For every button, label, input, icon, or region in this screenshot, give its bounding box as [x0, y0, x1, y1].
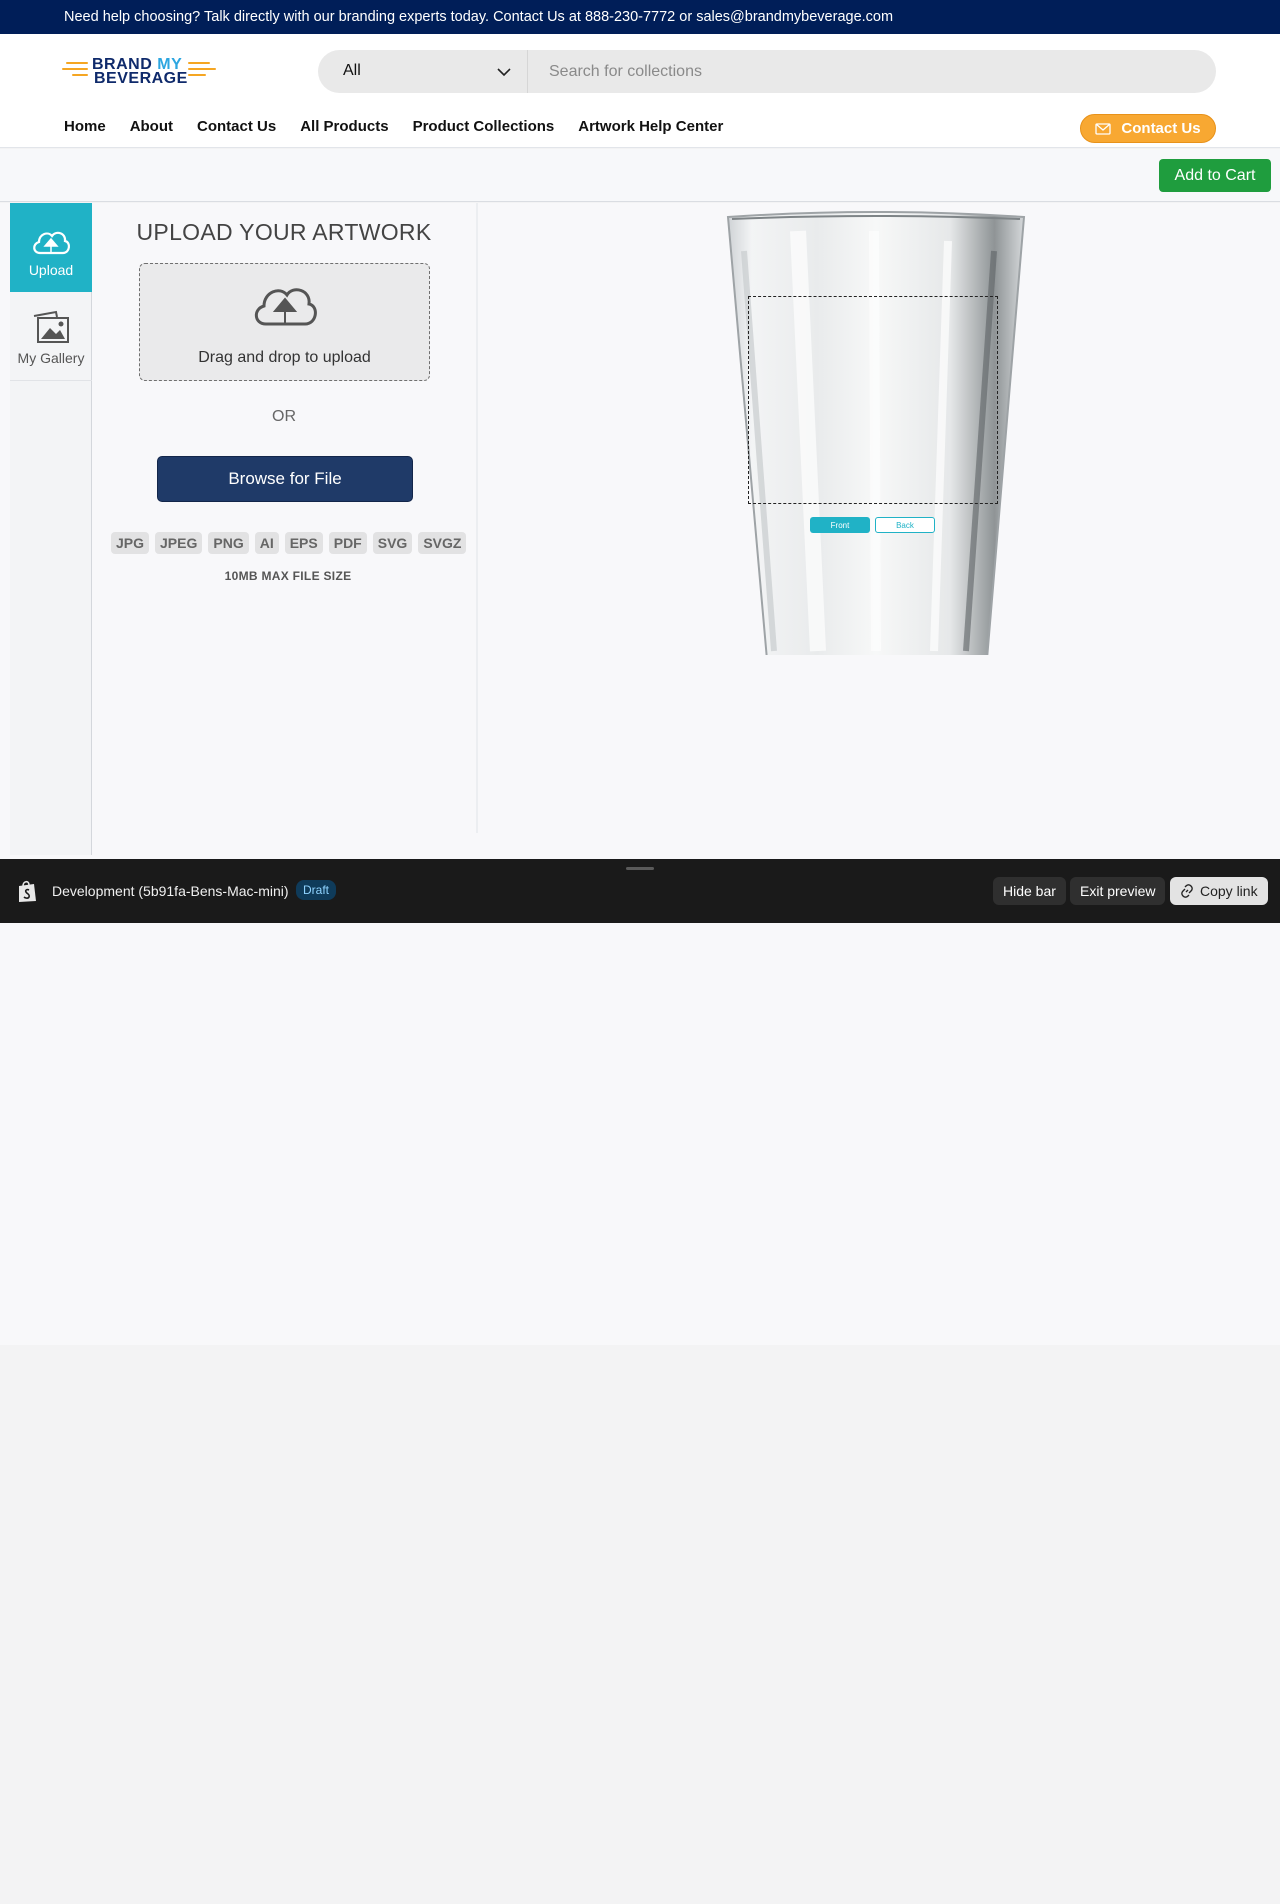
search-bar: All	[318, 50, 1216, 93]
back-side-button[interactable]: Back	[875, 517, 935, 533]
nav-about[interactable]: About	[130, 118, 173, 140]
site-header: BRAND MY BEVERAGE All Home About Contact…	[0, 34, 1280, 148]
file-type-badge: AI	[254, 532, 279, 554]
contact-us-label: Contact Us	[1121, 120, 1201, 137]
file-type-badge: EPS	[284, 532, 323, 554]
file-dropzone[interactable]: Drag and drop to upload	[139, 263, 430, 381]
hide-bar-button[interactable]: Hide bar	[993, 877, 1066, 905]
shopify-bag-icon	[19, 880, 36, 902]
cart-toolbar: Add to Cart	[0, 149, 1280, 202]
logo-dash	[72, 74, 88, 76]
mail-icon	[1095, 122, 1112, 135]
logo-dash	[188, 68, 216, 70]
file-type-badge: PDF	[328, 532, 367, 554]
rail-item-my-gallery[interactable]: My Gallery	[10, 292, 92, 381]
copy-link-label: Copy link	[1200, 883, 1258, 899]
exit-preview-button[interactable]: Exit preview	[1070, 877, 1166, 905]
drag-handle[interactable]	[626, 867, 654, 870]
upload-panel: UPLOAD YOUR ARTWORK Drag and drop to upl…	[93, 203, 478, 833]
copy-link-button[interactable]: Copy link	[1170, 877, 1268, 905]
nav-artwork-help-center[interactable]: Artwork Help Center	[578, 118, 723, 140]
logo-dash	[188, 74, 206, 76]
or-divider: OR	[272, 408, 296, 425]
shopify-preview-bar: Development (5b91fa-Bens-Mac-mini) Draft…	[0, 859, 1280, 923]
rail-label-gallery: My Gallery	[17, 350, 85, 366]
nav-contact-us[interactable]: Contact Us	[197, 118, 276, 140]
theme-environment-label: Development (5b91fa-Bens-Mac-mini)	[52, 883, 289, 899]
brand-logo[interactable]: BRAND MY BEVERAGE	[62, 54, 216, 88]
logo-dash	[188, 62, 210, 64]
file-type-badge: JPEG	[155, 532, 203, 554]
contact-us-button[interactable]: Contact Us	[1080, 114, 1216, 143]
main-nav: Home About Contact Us All Products Produ…	[64, 118, 747, 140]
upload-panel-title: UPLOAD YOUR ARTWORK	[136, 219, 432, 245]
front-side-button[interactable]: Front	[810, 517, 870, 533]
category-select[interactable]: All	[318, 50, 528, 93]
logo-text-bottom: BEVERAGE	[94, 70, 188, 87]
file-type-list: JPG JPEG PNG AI EPS PDF SVG SVGZ	[111, 532, 467, 554]
nav-all-products[interactable]: All Products	[300, 118, 388, 140]
file-type-badge: PNG	[208, 532, 249, 554]
announcement-bar: Need help choosing? Talk directly with o…	[0, 0, 1280, 34]
designer-workspace: Upload My Gallery UPLOAD YOUR ARTWORK Dr…	[0, 203, 1280, 1345]
max-file-size-note: 10MB MAX FILE SIZE	[224, 569, 352, 583]
rail-item-upload[interactable]: Upload	[10, 203, 92, 292]
cloud-upload-icon	[254, 288, 317, 326]
design-canvas[interactable]: Front Back	[480, 203, 1280, 655]
chevron-down-icon	[497, 68, 511, 77]
category-select-value: All	[343, 62, 361, 79]
print-area-box[interactable]	[748, 296, 998, 504]
draft-badge: Draft	[296, 880, 337, 900]
rail-label-upload: Upload	[28, 262, 74, 278]
file-type-badge: JPG	[111, 532, 150, 554]
logo-dash	[66, 62, 88, 64]
add-to-cart-button[interactable]: Add to Cart	[1159, 159, 1271, 192]
tool-rail: Upload My Gallery	[10, 203, 92, 855]
nav-product-collections[interactable]: Product Collections	[413, 118, 555, 140]
dropzone-text: Drag and drop to upload	[198, 349, 371, 366]
file-type-badge: SVG	[372, 532, 413, 554]
search-input[interactable]	[529, 50, 1199, 93]
file-type-badge: SVGZ	[418, 532, 467, 554]
link-icon	[1181, 884, 1193, 898]
browse-file-button[interactable]: Browse for File	[157, 456, 413, 502]
logo-dash	[62, 68, 88, 70]
cloud-upload-icon	[33, 231, 70, 255]
nav-home[interactable]: Home	[64, 118, 106, 140]
gallery-icon	[33, 310, 69, 343]
